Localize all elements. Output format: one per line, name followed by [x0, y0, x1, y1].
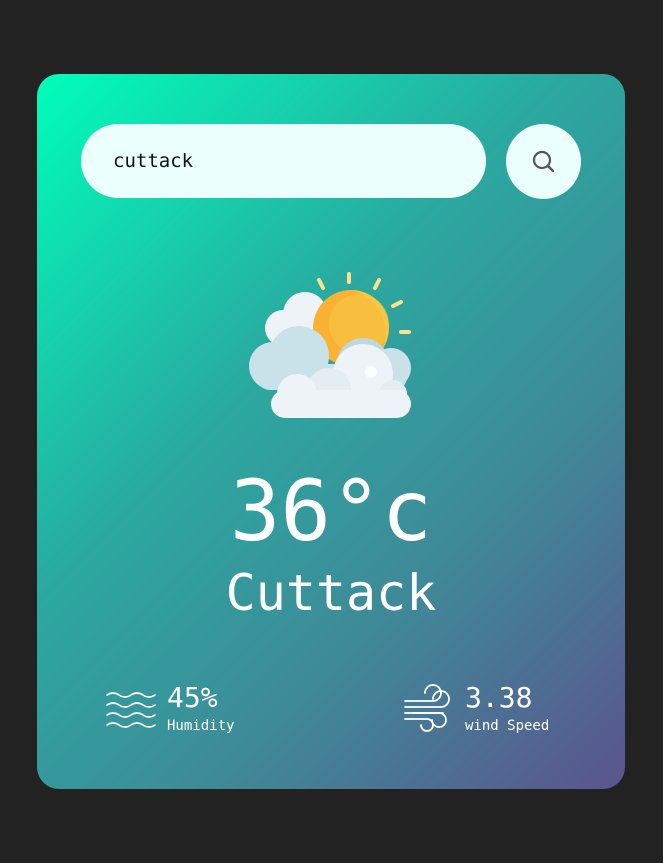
city-name: Cuttack — [225, 564, 437, 622]
search-input[interactable] — [113, 150, 453, 172]
search-button[interactable] — [506, 124, 581, 199]
weather-card: 36°c Cuttack 45% Humidity — [37, 74, 625, 789]
wind-detail: 3.38 wind Speed — [403, 682, 549, 735]
wind-value: 3.38 — [465, 681, 533, 714]
humidity-label: Humidity — [167, 718, 235, 734]
humidity-waves-icon — [106, 691, 156, 728]
search-icon — [532, 150, 554, 172]
temperature: 36°c — [229, 462, 433, 560]
wind-label: wind Speed — [465, 718, 550, 734]
wind-icon — [404, 683, 450, 732]
humidity-value: 45% — [167, 681, 218, 714]
search-box — [81, 124, 486, 198]
partly-cloudy-sun-icon — [249, 272, 411, 418]
humidity-detail: 45% Humidity — [105, 682, 234, 735]
